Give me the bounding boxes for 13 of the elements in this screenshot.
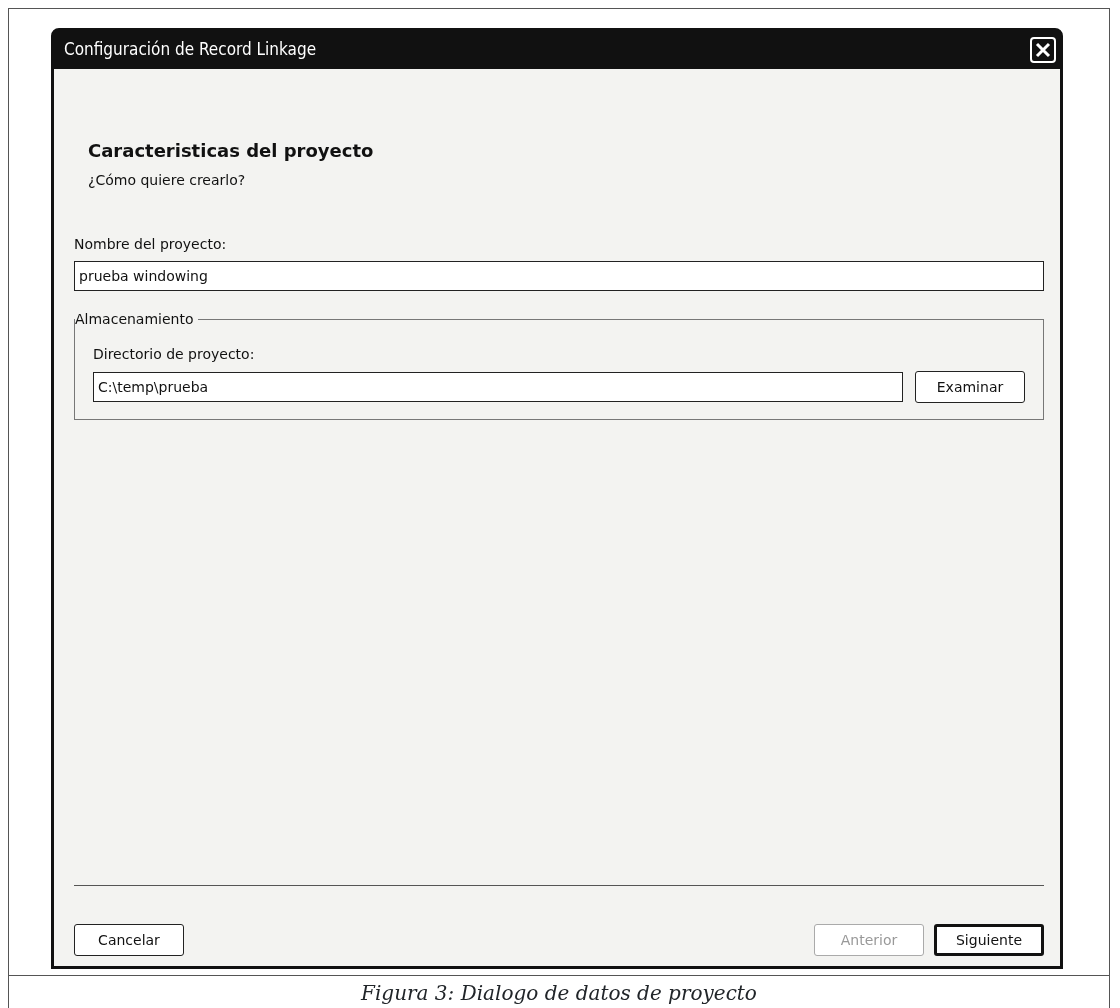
- field-label: Directorio de proyecto:: [93, 345, 256, 364]
- page-subtitle: ¿Cómo quiere crearlo?: [88, 171, 247, 190]
- default-dialog-button[interactable]: Siguiente: [934, 924, 1044, 956]
- window-title: Configuración de Record Linkage: [64, 38, 317, 62]
- dialog-button[interactable]: Cancelar: [74, 924, 184, 956]
- input-field[interactable]: prueba windowing: [74, 261, 1044, 291]
- page-title: Caracteristicas del proyecto: [88, 139, 375, 163]
- browse-button[interactable]: Examinar: [915, 371, 1025, 403]
- close-button[interactable]: [1030, 37, 1056, 63]
- close-icon: [1035, 42, 1051, 58]
- field-label: Nombre del proyecto:: [74, 235, 228, 254]
- input-field[interactable]: C:\temp\prueba: [93, 372, 903, 402]
- figure-caption: Figura 3: Dialogo de datos de proyecto: [9, 975, 1109, 1008]
